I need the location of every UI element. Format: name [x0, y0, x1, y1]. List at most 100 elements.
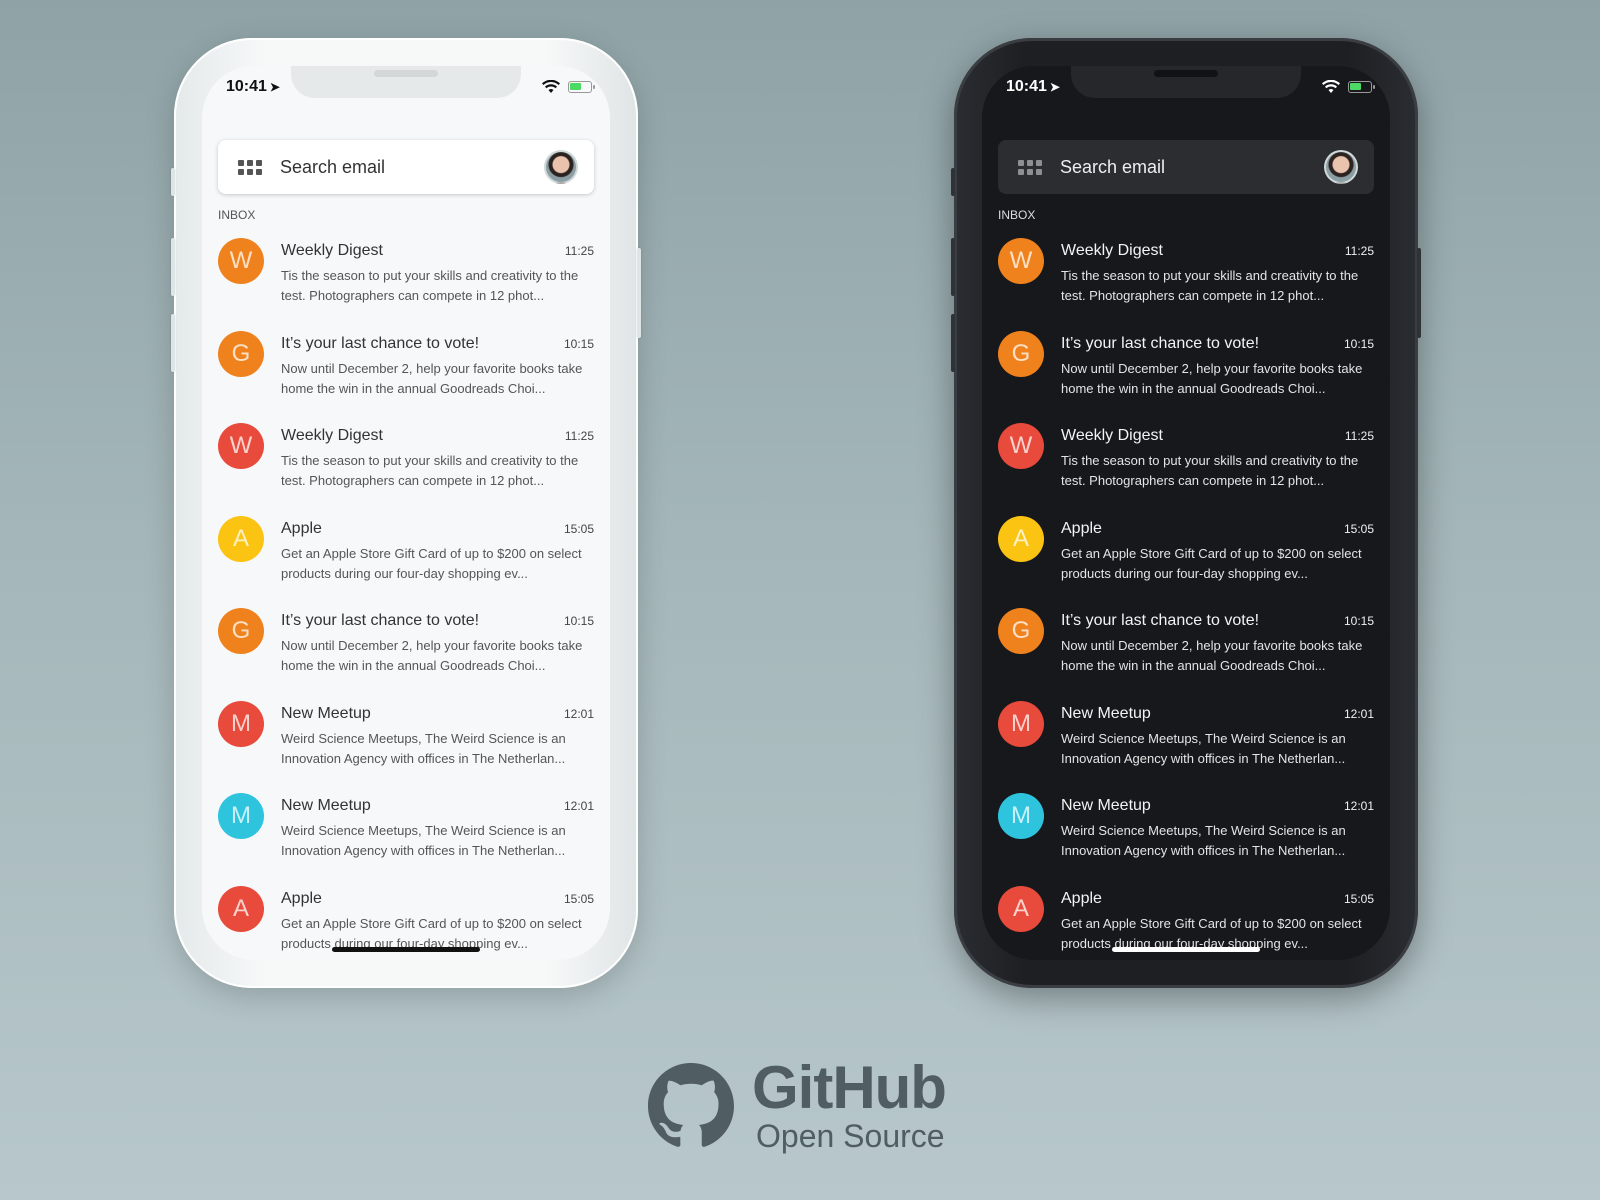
user-avatar[interactable]	[544, 150, 578, 184]
sender-avatar: G	[218, 330, 264, 377]
sender-avatar: M	[998, 700, 1044, 747]
email-sender: It’s your last chance to vote!	[281, 612, 480, 629]
inbox-label: INBOX	[218, 208, 256, 222]
home-indicator[interactable]	[332, 947, 480, 952]
email-list-item[interactable]: A Apple 15:05 Get an Apple Store Gift Card …	[218, 512, 594, 605]
email-snippet: Tis the season to put your skills and cr…	[1061, 268, 1359, 303]
volume-down-button	[171, 314, 175, 372]
sender-avatar: G	[998, 608, 1044, 654]
sender-avatar: M	[218, 700, 264, 747]
sender-avatar: W	[998, 423, 1044, 469]
search-input[interactable]: Search email	[280, 157, 544, 178]
sender-avatar: A	[998, 885, 1044, 932]
email-time: 12:01	[1343, 706, 1374, 721]
sender-avatar: M	[218, 793, 264, 839]
email-sender: Weekly Digest	[281, 427, 383, 444]
apps-grid-icon[interactable]	[1018, 159, 1042, 175]
search-bar[interactable]: Search email	[218, 140, 594, 194]
power-button	[637, 248, 641, 338]
volume-down-button	[951, 314, 955, 372]
email-snippet: Tis the season to put your skills and cr…	[281, 268, 579, 303]
email-list-item[interactable]: G It’s your last chance to vote! 10:15 Now …	[218, 604, 594, 697]
email-list-item[interactable]: G It’s your last chance to vote! 10:15 Now …	[218, 327, 594, 420]
battery-charging-icon	[1348, 81, 1375, 93]
status-time: 10:41 ➤	[226, 78, 280, 95]
email-snippet: Weird Science Meetups, The Weird Science…	[281, 730, 566, 766]
email-snippet: Now until December 2, help your favorite…	[1061, 360, 1363, 396]
github-branding: GitHub Open Source	[648, 1054, 947, 1154]
sender-avatar: G	[998, 330, 1044, 377]
location-arrow-icon: ➤	[269, 80, 280, 94]
email-snippet: Tis the season to put your skills and cr…	[281, 453, 579, 488]
email-sender: New Meetup	[281, 797, 371, 814]
email-list-item[interactable]: W Weekly Digest 11:25 Tis the season to put…	[998, 419, 1374, 512]
power-button	[1417, 248, 1421, 338]
email-sender: New Meetup	[281, 704, 371, 722]
email-list: W Weekly Digest 11:25 Tis the season to put…	[998, 234, 1374, 960]
email-time: 11:25	[1344, 429, 1374, 443]
github-octocat-icon	[648, 1063, 734, 1147]
search-bar[interactable]: Search email	[998, 140, 1374, 194]
email-sender: Apple	[1061, 519, 1102, 537]
screen-light: 10:41 ➤ Search email INBOX W Weekly Digest…	[202, 66, 610, 960]
email-list-item[interactable]: A Apple 15:05 Get an Apple Store Gift Card …	[998, 512, 1374, 605]
email-list-item[interactable]: W Weekly Digest 11:25 Tis the season to put…	[218, 234, 594, 327]
wifi-icon	[542, 80, 560, 93]
mute-switch	[951, 168, 955, 196]
battery-charging-icon	[568, 81, 595, 93]
email-time: 11:25	[1344, 244, 1374, 258]
email-sender: Apple	[1061, 889, 1102, 907]
email-time: 10:15	[1343, 336, 1374, 351]
email-time: 10:15	[563, 614, 594, 628]
home-indicator[interactable]	[1112, 947, 1260, 952]
mute-switch	[171, 168, 175, 196]
speaker	[1154, 70, 1218, 77]
wifi-icon	[1322, 80, 1340, 93]
email-sender: Apple	[281, 889, 322, 907]
email-list-item[interactable]: G It’s your last chance to vote! 10:15 Now …	[998, 604, 1374, 697]
email-snippet: Get an Apple Store Gift Card of up to $2…	[281, 545, 582, 581]
email-list-item[interactable]: M New Meetup 12:01 Weird Science Meetups, T…	[218, 789, 594, 882]
sender-avatar: W	[218, 423, 264, 469]
email-sender: Weekly Digest	[281, 242, 383, 259]
email-sender: It’s your last chance to vote!	[1061, 334, 1260, 352]
email-list-item[interactable]: M New Meetup 12:01 Weird Science Meetups, T…	[998, 789, 1374, 882]
sender-avatar: A	[998, 515, 1044, 562]
email-time: 12:01	[563, 706, 594, 721]
email-snippet: Now until December 2, help your favorite…	[281, 638, 583, 673]
email-snippet: Get an Apple Store Gift Card of up to $2…	[1061, 545, 1362, 581]
screen-dark: 10:41 ➤ Search email INBOX W Weekly Digest…	[982, 66, 1390, 960]
email-time: 15:05	[563, 521, 594, 536]
email-list-item[interactable]: M New Meetup 12:01 Weird Science Meetups, T…	[998, 697, 1374, 790]
apps-grid-icon[interactable]	[238, 159, 262, 175]
email-time: 10:15	[563, 336, 594, 351]
status-bar: 10:41 ➤	[982, 78, 1390, 98]
email-snippet: Weird Science Meetups, The Weird Science…	[1061, 730, 1346, 766]
email-time: 15:05	[563, 891, 594, 906]
user-avatar[interactable]	[1324, 150, 1358, 184]
email-snippet: Now until December 2, help your favorite…	[1061, 638, 1363, 673]
sender-avatar: A	[218, 885, 264, 932]
email-snippet: Now until December 2, help your favorite…	[281, 360, 583, 396]
email-list-item[interactable]: G It’s your last chance to vote! 10:15 Now …	[998, 327, 1374, 420]
email-time: 15:05	[1343, 891, 1374, 906]
github-title: GitHub	[752, 1054, 947, 1121]
email-list: W Weekly Digest 11:25 Tis the season to put…	[218, 234, 594, 960]
email-sender: New Meetup	[1061, 704, 1151, 722]
phone-light: 10:41 ➤ Search email INBOX W Weekly Digest…	[171, 38, 641, 988]
email-list-item[interactable]: M New Meetup 12:01 Weird Science Meetups, T…	[218, 697, 594, 790]
email-sender: New Meetup	[1061, 797, 1151, 814]
sender-avatar: W	[218, 238, 264, 284]
email-time: 12:01	[563, 799, 594, 813]
email-list-item[interactable]: W Weekly Digest 11:25 Tis the season to put…	[218, 419, 594, 512]
search-input[interactable]: Search email	[1060, 157, 1324, 178]
email-sender: Weekly Digest	[1061, 427, 1163, 444]
github-subtitle: Open Source	[756, 1118, 945, 1154]
email-sender: It’s your last chance to vote!	[1061, 612, 1260, 629]
email-list-item[interactable]: W Weekly Digest 11:25 Tis the season to put…	[998, 234, 1374, 327]
email-time: 15:05	[1343, 521, 1374, 536]
sender-avatar: G	[218, 608, 264, 654]
sender-avatar: A	[218, 515, 264, 562]
volume-up-button	[951, 238, 955, 296]
inbox-label: INBOX	[998, 208, 1036, 222]
